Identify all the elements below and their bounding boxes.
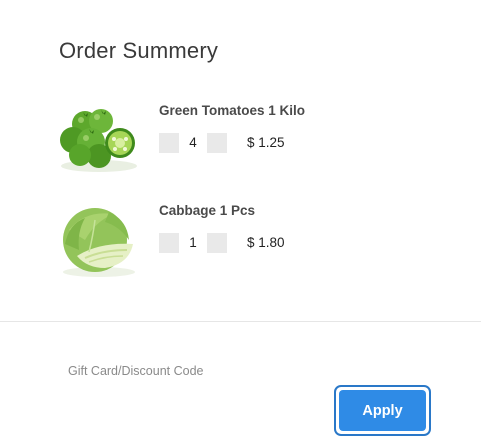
- list-item: Green Tomatoes 1 Kilo 4 $ 1.25: [55, 100, 455, 180]
- section-divider: [0, 321, 481, 322]
- item-price: $ 1.25: [247, 135, 285, 150]
- page-title: Order Summery: [59, 38, 219, 63]
- item-price: $ 1.80: [247, 235, 285, 250]
- green-tomatoes-image: [60, 109, 137, 172]
- apply-button-label: Apply: [339, 390, 426, 431]
- item-name: Green Tomatoes 1 Kilo: [159, 103, 306, 118]
- quantity-value: 4: [189, 135, 197, 150]
- increase-quantity-button[interactable]: [207, 133, 227, 153]
- apply-button[interactable]: Apply: [334, 385, 431, 436]
- cabbage-image: [63, 208, 135, 277]
- gift-card-label: Gift Card/Discount Code: [68, 364, 204, 378]
- order-summary-panel: Order Summery Green Tomatoes 1 Kilo 4 $ …: [0, 0, 481, 441]
- decrease-quantity-button[interactable]: [159, 133, 179, 153]
- decrease-quantity-button[interactable]: [159, 233, 179, 253]
- item-name: Cabbage 1 Pcs: [159, 203, 256, 218]
- increase-quantity-button[interactable]: [207, 233, 227, 253]
- list-item: Cabbage 1 Pcs 1 $ 1.80: [55, 200, 455, 280]
- quantity-value: 1: [189, 235, 197, 250]
